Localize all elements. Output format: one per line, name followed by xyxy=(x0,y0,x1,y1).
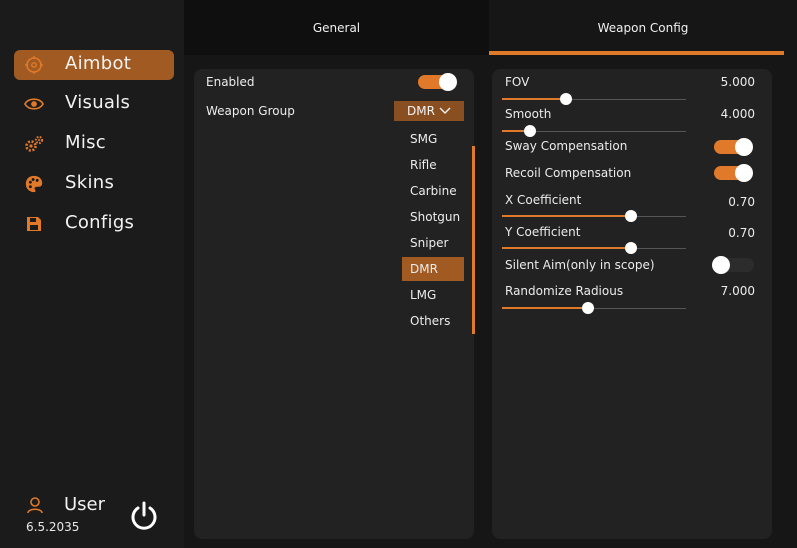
dropdown-option-sniper[interactable]: Sniper xyxy=(402,231,464,255)
weapon-group-dropdown[interactable]: DMR xyxy=(394,101,464,121)
sway-compensation-toggle[interactable] xyxy=(714,138,753,156)
slider-thumb[interactable] xyxy=(523,125,536,137)
fov-label: FOV xyxy=(505,75,530,89)
sidebar-item-label: Visuals xyxy=(65,92,131,113)
weapon-group-label: Weapon Group xyxy=(206,104,295,118)
sidebar-item-label: Misc xyxy=(65,132,107,153)
dropdown-option-smg[interactable]: SMG xyxy=(402,127,464,151)
fov-value: 5.000 xyxy=(720,75,755,89)
general-panel: Enabled Weapon Group DMR SMG Rifle Carbi… xyxy=(194,69,475,539)
x-coefficient-slider[interactable] xyxy=(502,210,686,222)
randomize-radius-value: 7.000 xyxy=(720,284,755,298)
x-coefficient-value: 0.70 xyxy=(728,195,755,209)
dropdown-scrollbar[interactable] xyxy=(472,146,475,334)
sway-compensation-label: Sway Compensation xyxy=(505,139,628,153)
power-icon xyxy=(131,501,157,530)
palette-icon xyxy=(24,174,44,194)
tab-weapon-config[interactable]: Weapon Config xyxy=(489,0,797,55)
dropdown-option-lmg[interactable]: LMG xyxy=(402,283,464,307)
sidebar-item-visuals[interactable]: Visuals xyxy=(14,89,174,119)
dropdown-option-carbine[interactable]: Carbine xyxy=(402,179,464,203)
toggle-knob xyxy=(439,73,457,91)
silent-aim-label: Silent Aim(only in scope) xyxy=(505,258,655,272)
dropdown-option-shotgun[interactable]: Shotgun xyxy=(402,205,464,229)
y-coefficient-label: Y Coefficient xyxy=(505,225,581,239)
tab-general[interactable]: General xyxy=(184,0,489,55)
enabled-label: Enabled xyxy=(206,75,255,89)
slider-thumb[interactable] xyxy=(582,302,595,314)
x-coefficient-label: X Coefficient xyxy=(505,193,582,207)
power-button[interactable] xyxy=(128,500,160,532)
eye-icon xyxy=(24,94,44,114)
floppy-disk-icon xyxy=(24,214,44,234)
gears-icon xyxy=(24,134,44,154)
smooth-value: 4.000 xyxy=(720,107,755,121)
sidebar-item-label: Configs xyxy=(65,212,135,233)
user-name: User xyxy=(64,494,106,515)
sidebar-item-aimbot[interactable]: Aimbot xyxy=(14,50,174,80)
fov-slider[interactable] xyxy=(502,93,686,105)
randomize-radius-label: Randomize Radious xyxy=(505,284,624,298)
crosshair-icon xyxy=(24,55,44,75)
dropdown-option-rifle[interactable]: Rifle xyxy=(402,153,464,177)
sidebar-item-skins[interactable]: Skins xyxy=(14,169,174,199)
recoil-compensation-toggle[interactable] xyxy=(714,164,753,182)
chevron-down-icon xyxy=(439,107,451,114)
y-coefficient-value: 0.70 xyxy=(728,226,755,240)
dropdown-selected: DMR xyxy=(407,104,435,118)
tab-bar: General Weapon Config xyxy=(184,0,797,55)
silent-aim-toggle[interactable] xyxy=(712,256,754,274)
slider-thumb[interactable] xyxy=(560,93,573,105)
toggle-knob xyxy=(712,256,730,274)
slider-thumb[interactable] xyxy=(624,210,637,222)
sidebar: Aimbot Visuals Misc Skins Configs User 6… xyxy=(0,0,184,548)
sidebar-item-misc[interactable]: Misc xyxy=(14,129,174,159)
recoil-compensation-label: Recoil Compensation xyxy=(505,166,632,180)
weapon-config-panel: FOV 5.000 Smooth 4.000 Sway Compensation… xyxy=(492,69,772,539)
dropdown-option-dmr[interactable]: DMR xyxy=(402,257,464,281)
smooth-slider[interactable] xyxy=(502,125,686,137)
toggle-knob xyxy=(735,164,753,182)
smooth-label: Smooth xyxy=(505,107,552,121)
sidebar-item-configs[interactable]: Configs xyxy=(14,209,174,239)
user-icon xyxy=(26,496,44,518)
randomize-radius-slider[interactable] xyxy=(502,302,686,314)
sidebar-item-label: Skins xyxy=(65,172,115,193)
enabled-toggle[interactable] xyxy=(418,73,457,91)
dropdown-option-others[interactable]: Others xyxy=(402,309,464,333)
sidebar-item-label: Aimbot xyxy=(65,53,132,74)
version-label: 6.5.2035 xyxy=(26,520,80,534)
toggle-knob xyxy=(735,138,753,156)
weapon-group-options: SMG Rifle Carbine Shotgun Sniper DMR LMG… xyxy=(398,126,475,344)
y-coefficient-slider[interactable] xyxy=(502,242,686,254)
slider-thumb[interactable] xyxy=(624,242,637,254)
